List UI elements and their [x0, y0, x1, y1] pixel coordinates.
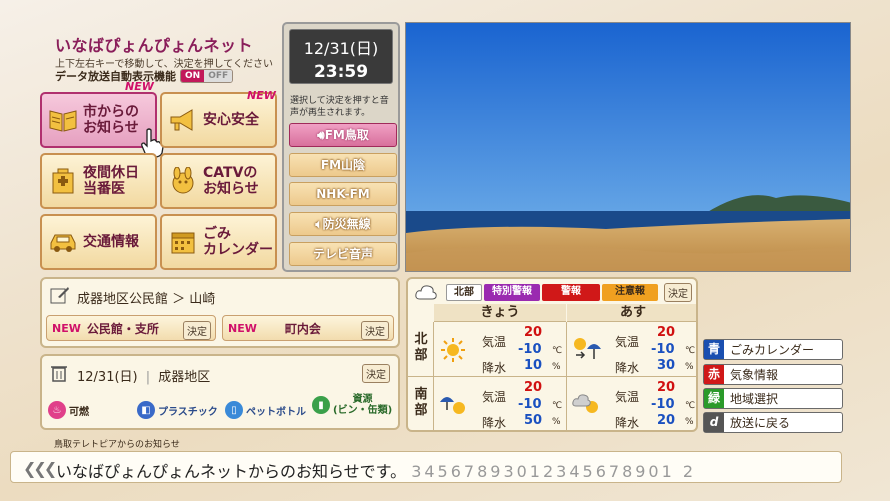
clock-audio-panel: 12/31(日) 23:59 選択して決定を押すと音声が再生されます。 🔊︎FM…: [282, 22, 400, 272]
scroll-left-icon: ❮❮❮: [23, 459, 57, 478]
green-key: 緑: [704, 389, 724, 408]
burnable-icon: ♨: [48, 401, 66, 419]
kettei-button[interactable]: 決定: [664, 283, 692, 302]
garbage-pet-bottle: ▯ ペットボトル: [225, 401, 306, 419]
day-today: きょう: [434, 304, 566, 322]
special-warning-tag: 特別警報: [484, 284, 540, 301]
menu-night-doctor-button[interactable]: 夜間休日 当番医: [40, 153, 157, 209]
kettei-button[interactable]: 決定: [361, 321, 389, 340]
menu-garbage-calendar-label: ごみ カレンダー: [203, 226, 273, 258]
kettei-button[interactable]: 決定: [362, 364, 390, 383]
kettei-button[interactable]: 決定: [183, 321, 211, 340]
garbage-date: 12/31(日): [77, 370, 138, 385]
new-badge: NEW: [125, 80, 154, 93]
weather-cell: 気温 20 -10 ℃ 降水 20 %: [567, 378, 696, 430]
region-south: 南部: [414, 387, 428, 418]
cloud-sun-icon: [571, 390, 603, 422]
trash-icon: [51, 364, 67, 386]
menu-safety-label: 安心安全: [203, 112, 259, 128]
weather-cell: 気温 20 -10 ℃ 降水 50 %: [434, 378, 566, 430]
area-path: 成器地区公民館 ＞ 山崎: [77, 292, 216, 307]
menu-garbage-calendar-button[interactable]: ごみ カレンダー: [160, 214, 277, 270]
menu-catv-news-label: CATVの お知らせ: [203, 165, 259, 197]
menu-traffic-label: 交通情報: [83, 234, 139, 250]
region-north: 北部: [414, 332, 428, 363]
red-key: 赤: [704, 365, 724, 384]
tv-broadcast-image: [405, 22, 851, 272]
audio-note: 選択して決定を押すと音声が再生されます。: [290, 96, 389, 118]
new-badge: NEW: [228, 321, 257, 335]
red-key-weather[interactable]: 赤 気象情報: [703, 364, 843, 385]
clock-date: 12/31(日): [303, 39, 379, 58]
data-broadcast-screen: いなばぴょんぴょんネット 上下左右キーで移動して、決定を押してください データ放…: [0, 0, 890, 501]
speaker-icon: 🔈︎: [315, 217, 323, 231]
toggle-on[interactable]: ON: [181, 70, 205, 82]
audio-disaster-radio-button[interactable]: 🔈︎防災無線: [289, 212, 397, 236]
community-center-label: 公民館・支所: [86, 321, 159, 336]
audio-fm-sanin-button[interactable]: FM山陰: [289, 153, 397, 177]
clock: 12/31(日) 23:59: [289, 29, 393, 84]
weather-cell: 気温 20 -10 ℃ 降水 30 %: [567, 323, 696, 377]
weather-region-tag: 北部: [446, 284, 482, 301]
weather-panel: 北部 特別警報 警報 注意報 決定 きょう あす 北部 南部 気温 20 -10…: [406, 277, 698, 432]
menu-traffic-button[interactable]: 交通情報: [40, 214, 157, 270]
ticker-caption: 鳥取テレトピアからのお知らせ: [54, 440, 180, 450]
mascot-icon: [168, 166, 198, 196]
neighborhood-label: 町内会: [284, 321, 321, 336]
new-badge: NEW: [52, 321, 81, 335]
app-logo: いなばぴょんぴょんネット: [55, 36, 254, 55]
warning-tag: 警報: [542, 284, 600, 301]
garbage-panel: 12/31(日) | 成器地区 決定 ♨ 可燃 ◧ プラスチック ▯ ペットボト…: [40, 354, 400, 430]
pet-bottle-icon: ▯: [225, 401, 243, 419]
d-key: d: [704, 413, 724, 432]
auto-display-label: データ放送自動表示機能: [55, 70, 176, 83]
garbage-date-area: 12/31(日) | 成器地区: [77, 370, 211, 385]
garbage-area: 成器地区: [158, 370, 211, 385]
speaker-icon: 🔊︎: [317, 128, 325, 142]
cloud-icon: [414, 283, 438, 305]
green-key-area-select[interactable]: 緑 地域選択: [703, 388, 843, 409]
book-icon: [48, 105, 78, 135]
blue-key-garbage-calendar[interactable]: 青 ごみカレンダー: [703, 339, 843, 360]
clock-time: 23:59: [313, 62, 369, 82]
edit-pen-icon: [50, 286, 70, 308]
auto-display-toggle[interactable]: ON OFF: [180, 69, 234, 83]
audio-tv-sound-button[interactable]: テレビ音声: [289, 242, 397, 266]
hospital-icon: [48, 166, 78, 196]
menu-catv-news-button[interactable]: CATVの お知らせ: [160, 153, 277, 209]
news-ticker: ❮❮❮ いなばぴょんぴょんネットからのお知らせです。 3456789301234…: [10, 451, 842, 483]
blue-key: 青: [704, 340, 724, 359]
menu-city-news-label: 市からの お知らせ: [83, 104, 139, 136]
advisory-tag: 注意報: [602, 284, 658, 301]
toggle-off[interactable]: OFF: [204, 70, 233, 82]
plastic-icon: ◧: [137, 401, 155, 419]
rain-sun-icon: [438, 390, 470, 422]
calendar-icon: [168, 227, 198, 257]
day-tomorrow: あす: [567, 304, 696, 322]
audio-fm-tottori-button[interactable]: 🔊︎FM鳥取: [289, 123, 397, 147]
menu-night-doctor-label: 夜間休日 当番医: [83, 165, 139, 197]
community-center-button[interactable]: NEW 公民館・支所 決定: [46, 315, 216, 341]
garbage-plastic: ◧ プラスチック: [137, 401, 218, 419]
car-icon: [48, 227, 78, 257]
bottle-can-icon: ▮: [312, 396, 330, 414]
d-key-back-to-broadcast[interactable]: d 放送に戻る: [703, 412, 843, 433]
garbage-resources: ▮ 資源 (ビン・缶類): [312, 394, 392, 416]
new-badge: NEW: [247, 89, 276, 102]
weather-cell: 気温 20 -10 ℃ 降水 10 %: [434, 323, 566, 377]
sun-to-rain-icon: [571, 335, 603, 367]
area-panel: 成器地区公民館 ＞ 山崎 NEW 公民館・支所 決定 NEW 町内会 決定: [40, 277, 400, 348]
garbage-burnable: ♨ 可燃: [48, 401, 89, 419]
sun-icon: [440, 337, 466, 367]
megaphone-icon: [168, 105, 198, 135]
ticker-text: いなばぴょんぴょんネットからのお知らせです。 34567893012345678…: [56, 462, 697, 481]
audio-nhk-fm-button[interactable]: NHK-FM: [289, 182, 397, 206]
neighborhood-button[interactable]: NEW 町内会 決定: [222, 315, 394, 341]
